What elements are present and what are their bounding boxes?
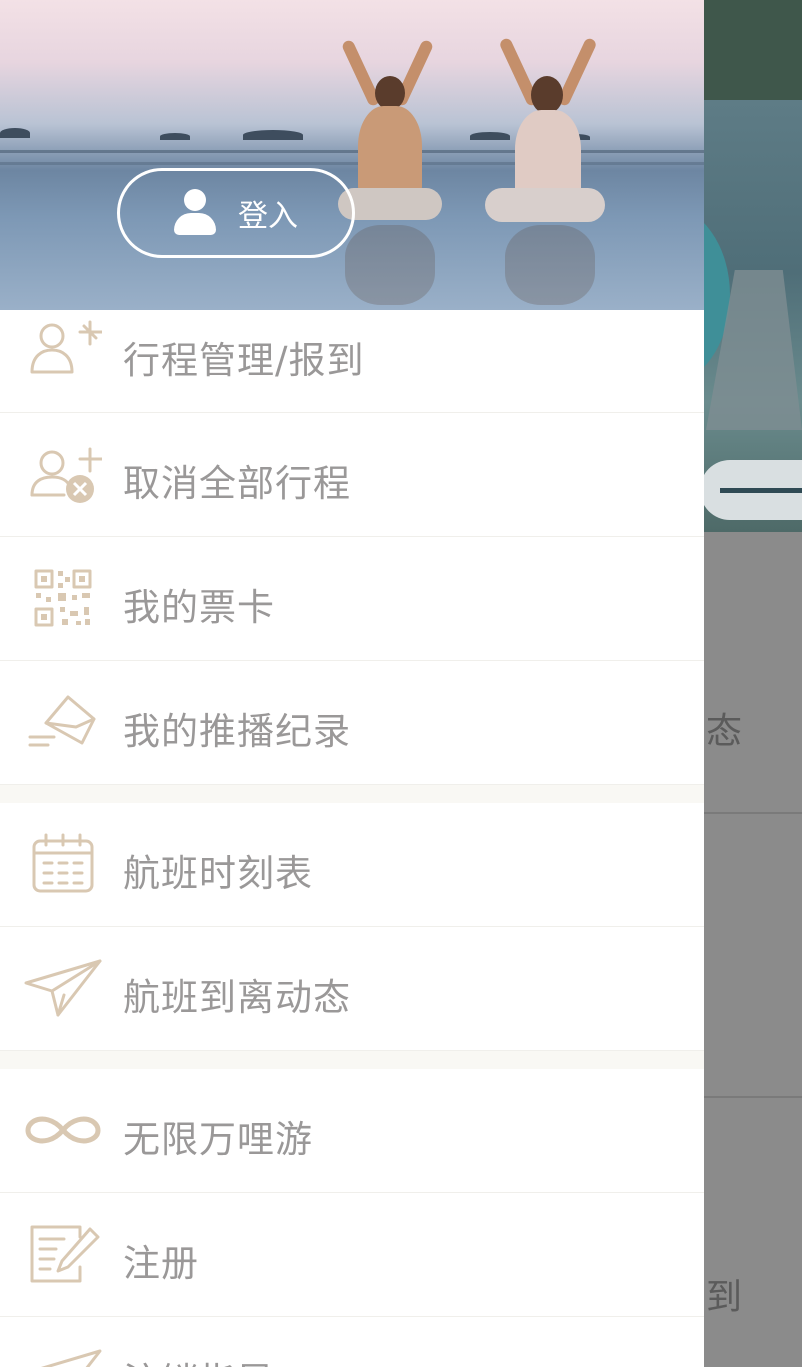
background-partial-text: 到 [706, 1277, 743, 1318]
drawer-header-image: 登入 [0, 0, 704, 310]
island [160, 133, 190, 140]
menu-item-infinity-miles[interactable]: 无限万哩游 [0, 1069, 704, 1193]
menu-item-flight-status[interactable]: 航班到离动态 [0, 927, 704, 1051]
menu-item-flight-schedule[interactable]: 航班时刻表 [0, 803, 704, 927]
login-label: 登入 [238, 199, 298, 234]
menu-item-label: 取消全部行程 [123, 462, 351, 505]
menu-item-ticket-card[interactable]: 我的票卡 [0, 537, 704, 661]
edit-form-icon [24, 1223, 102, 1285]
menu-item-label: 航班时刻表 [123, 852, 313, 895]
background-divider [704, 1096, 802, 1098]
group-separator [0, 785, 704, 803]
group-separator [0, 1051, 704, 1069]
menu-item-register[interactable]: 注册 [0, 1193, 704, 1317]
menu-item-partial[interactable]: 注销指导 [0, 1317, 704, 1367]
yoga-person-left [338, 28, 442, 220]
calendar-icon [24, 833, 102, 895]
airplane-stripe [720, 488, 802, 493]
user-icon [174, 189, 216, 237]
paper-plane-icon [24, 957, 102, 1019]
yoga-person-right [485, 28, 605, 222]
infinity-icon [24, 1099, 102, 1161]
cancel-itinerary-icon [24, 443, 102, 505]
menu-item-label: 我的推播纪录 [123, 710, 351, 753]
envelope-icon [24, 691, 102, 753]
menu-item-itinerary[interactable]: 行程管理/报到 [0, 310, 704, 413]
island [0, 128, 30, 138]
menu-item-label: 航班到离动态 [123, 976, 351, 1019]
login-button[interactable]: 登入 [117, 168, 355, 258]
menu-item-push-history[interactable]: 我的推播纪录 [0, 661, 704, 785]
background-divider [704, 812, 802, 814]
menu-item-label: 注销指导 [123, 1351, 275, 1367]
menu-item-cancel-itinerary[interactable]: 取消全部行程 [0, 413, 704, 537]
qr-code-icon [24, 567, 102, 629]
itinerary-icon [24, 316, 102, 378]
reflection [345, 225, 435, 305]
background-partial-text: 态 [706, 711, 743, 752]
menu-item-label: 我的票卡 [123, 586, 275, 629]
paper-plane-icon [24, 1347, 102, 1367]
reflection [505, 225, 595, 305]
menu-item-label: 注册 [123, 1242, 199, 1285]
menu-item-label: 无限万哩游 [123, 1118, 313, 1161]
drawer-menu: 行程管理/报到 取消全部行程 我的票卡 我的推播纪录 航班时刻表 航班到离动态 … [0, 310, 704, 1367]
island [243, 130, 303, 140]
menu-item-label: 行程管理/报到 [123, 339, 365, 382]
navigation-drawer: 登入 行程管理/报到 取消全部行程 我的票卡 我的推播纪录 航班时刻表 航班到离… [0, 0, 704, 1367]
